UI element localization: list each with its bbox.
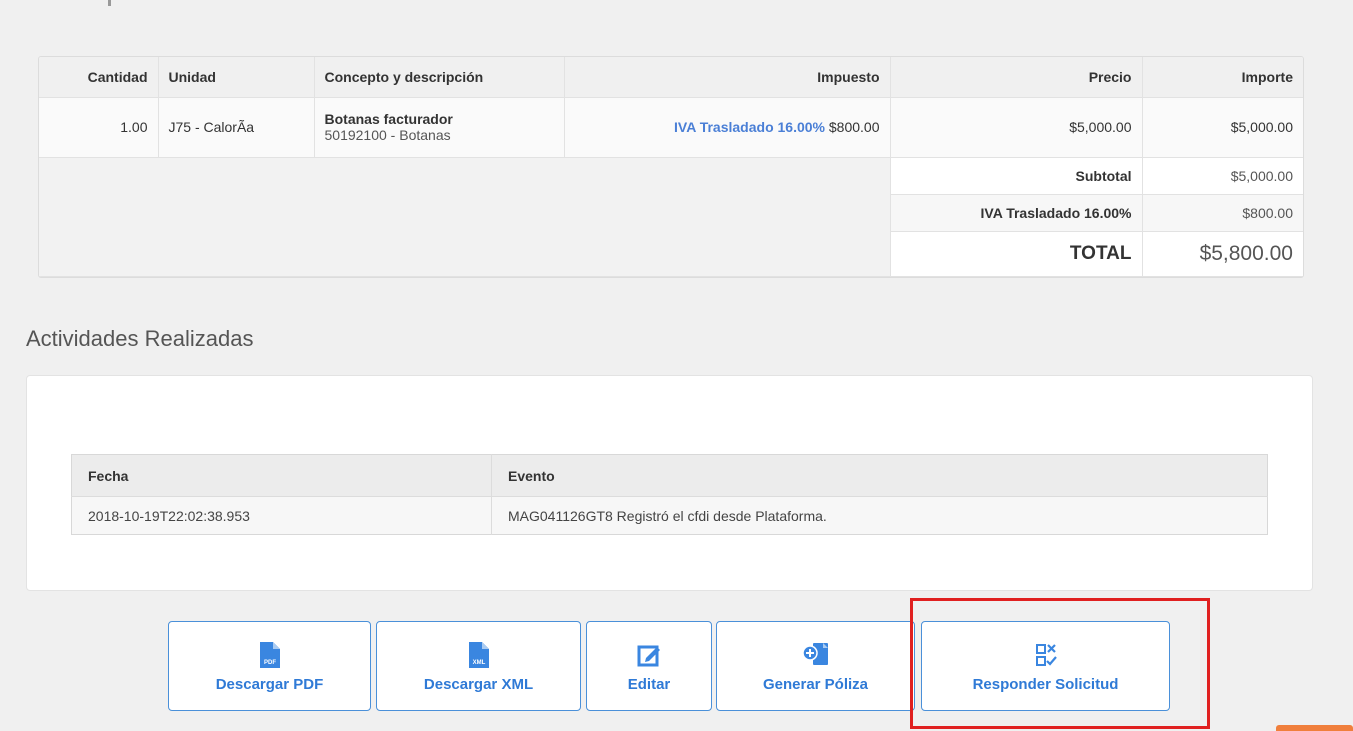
activities-title: Actividades Realizadas [26,326,254,351]
activities-card: Fecha Evento 2018-10-19T22:02:38.953 MAG… [26,375,1313,591]
subtotal-row: Subtotal $5,000.00 [39,157,1303,277]
subtotal-label: Subtotal [890,157,1143,195]
tax-label: IVA Trasladado 16.00% [890,194,1143,232]
cell-impuesto: IVA Trasladado 16.00% $800.00 [564,97,891,158]
table-row: 2018-10-19T22:02:38.953 MAG041126GT8 Reg… [71,496,1268,535]
cell-importe: $5,000.00 [1142,97,1303,158]
download-pdf-button[interactable]: PDF Descargar PDF [168,621,371,711]
tax-value: $800.00 [1142,194,1303,232]
cell-precio: $5,000.00 [890,97,1143,158]
total-label: TOTAL [890,231,1143,277]
tax-amount: $800.00 [828,119,880,135]
activities-header-row: Fecha Evento [71,454,1268,497]
download-xml-label: Descargar XML [423,675,534,693]
col-header-impuesto: Impuesto [564,57,891,98]
summary-blank-area [39,157,891,277]
col-header-unidad: Unidad [158,57,315,98]
col-header-precio: Precio [890,57,1143,98]
invoice-items-table: Cantidad Unidad Concepto y descripción I… [39,57,1303,277]
xml-file-icon: XML [468,640,490,670]
col-header-cantidad: Cantidad [39,57,159,98]
table-row: 1.00 J75 - CalorÃa Botanas facturador 50… [39,97,1303,158]
total-value: $5,800.00 [1142,231,1303,277]
edit-icon [637,640,661,670]
generate-poliza-label: Generar Póliza [762,675,869,693]
cell-unidad: J75 - CalorÃa [158,97,315,158]
svg-text:XML: XML [472,660,485,666]
edit-button[interactable]: Editar [586,621,712,711]
tax-link[interactable]: IVA Trasladado 16.00% [674,119,825,135]
subtotal-value: $5,000.00 [1142,157,1303,195]
generate-document-icon [801,640,831,670]
download-pdf-label: Descargar PDF [215,675,324,693]
highlight-annotation-box [910,598,1210,729]
svg-text:PDF: PDF [264,660,276,666]
concept-name: Botanas facturador [324,111,453,127]
invoice-items-card: Cantidad Unidad Concepto y descripción I… [38,56,1304,278]
pdf-file-icon: PDF [259,640,281,670]
col-header-importe: Importe [1142,57,1303,98]
corner-tab[interactable] [1276,725,1353,731]
cell-concepto: Botanas facturador 50192100 - Botanas [314,97,565,158]
cell-evento: MAG041126GT8 Registró el cfdi desde Plat… [491,496,1268,535]
decorative-mark [108,0,111,6]
table-header-row: Cantidad Unidad Concepto y descripción I… [39,57,1303,98]
download-xml-button[interactable]: XML Descargar XML [376,621,581,711]
cell-cantidad: 1.00 [39,97,159,158]
cell-fecha: 2018-10-19T22:02:38.953 [71,496,492,535]
edit-label: Editar [627,675,671,693]
generate-poliza-button[interactable]: Generar Póliza [716,621,915,711]
concept-description: 50192100 - Botanas [324,127,451,143]
col-header-concepto: Concepto y descripción [314,57,565,98]
col-header-fecha: Fecha [71,454,492,497]
col-header-evento: Evento [491,454,1268,497]
activities-table: Fecha Evento 2018-10-19T22:02:38.953 MAG… [71,454,1268,535]
